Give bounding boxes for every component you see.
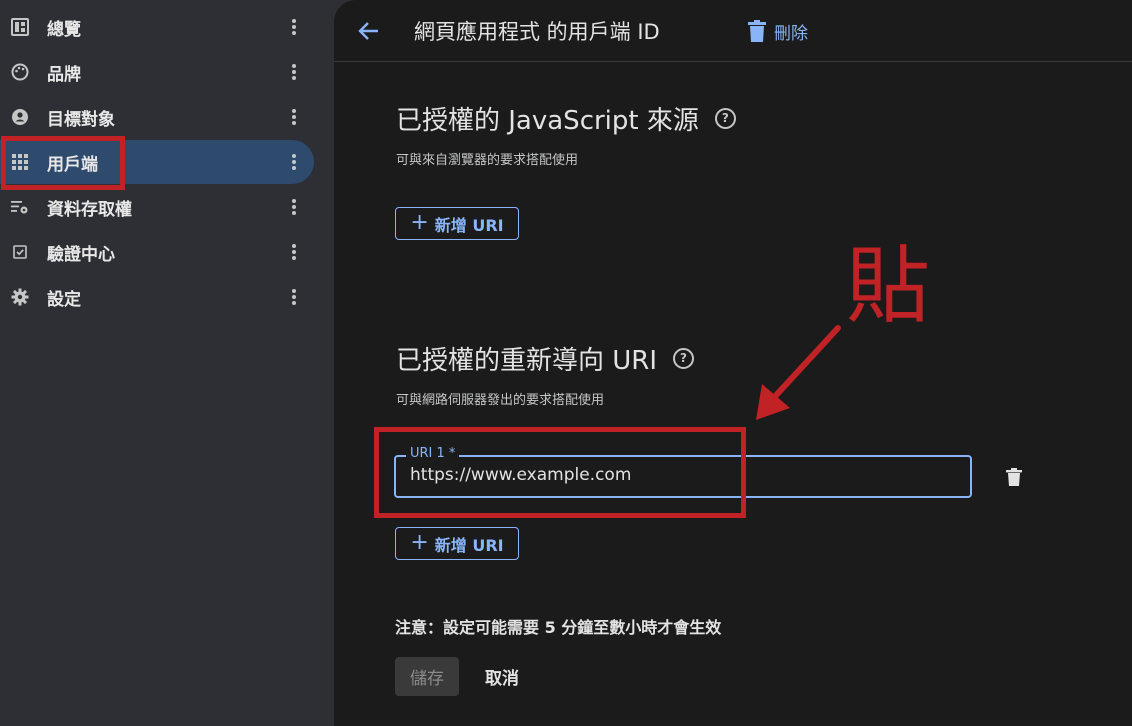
dashboard-icon xyxy=(11,18,29,36)
settings-note: 注意：設定可能需要 5 分鐘至數小時才會生效 xyxy=(395,618,722,637)
data-settings-icon xyxy=(11,201,28,214)
plus-icon: + xyxy=(410,209,429,235)
annotation-paste-text: 貼 xyxy=(846,237,931,335)
more-vert-icon[interactable] xyxy=(286,17,302,37)
trash-icon xyxy=(748,20,766,42)
more-vert-icon[interactable] xyxy=(286,197,302,217)
page-header: 網頁應用程式 的用戶端 ID 刪除 xyxy=(334,0,1132,62)
back-arrow-icon[interactable] xyxy=(356,18,382,44)
palette-icon xyxy=(11,63,29,81)
trash-icon[interactable] xyxy=(1006,468,1022,486)
person-icon xyxy=(12,109,28,125)
sidebar-item-settings[interactable]: 設定 xyxy=(0,275,314,319)
more-vert-icon[interactable] xyxy=(286,107,302,127)
redirect-uris-title: 已授權的重新導向 URI ? xyxy=(396,340,695,377)
check-box-icon xyxy=(13,245,27,259)
more-vert-icon[interactable] xyxy=(286,242,302,262)
page-title: 網頁應用程式 的用戶端 ID xyxy=(414,20,660,44)
highlight-box-uri-field xyxy=(374,427,746,518)
cancel-button[interactable]: 取消 xyxy=(474,657,530,696)
more-vert-icon[interactable] xyxy=(286,152,302,172)
highlight-box-clients xyxy=(1,136,125,190)
sidebar-item-label: 品牌 xyxy=(47,64,81,85)
js-origins-description: 可與來自瀏覽器的要求搭配使用 xyxy=(396,153,579,168)
add-js-origin-button[interactable]: + 新增 URI xyxy=(395,207,519,240)
sidebar: 總覽 品牌 目標對象 用戶端 資料存取權 驗證中心 設定 xyxy=(0,0,334,726)
sidebar-item-verification-center[interactable]: 驗證中心 xyxy=(0,230,314,274)
help-icon[interactable]: ? xyxy=(673,348,695,369)
sidebar-item-audience[interactable]: 目標對象 xyxy=(0,95,314,139)
add-redirect-uri-button[interactable]: + 新增 URI xyxy=(395,527,519,560)
help-icon[interactable]: ? xyxy=(714,108,736,129)
sidebar-item-label: 驗證中心 xyxy=(47,244,115,265)
main-panel: 網頁應用程式 的用戶端 ID 刪除 已授權的 JavaScript 來源 ? 可… xyxy=(334,0,1132,726)
js-origins-title: 已授權的 JavaScript 來源 ? xyxy=(396,100,736,137)
sidebar-item-label: 資料存取權 xyxy=(47,199,132,220)
plus-icon: + xyxy=(410,529,429,555)
sidebar-item-overview[interactable]: 總覽 xyxy=(0,5,314,49)
annotation-arrow-icon xyxy=(756,325,841,420)
sidebar-item-label: 目標對象 xyxy=(47,109,115,130)
more-vert-icon[interactable] xyxy=(286,287,302,307)
save-button[interactable]: 儲存 xyxy=(395,657,459,696)
delete-label: 刪除 xyxy=(774,23,808,44)
sidebar-item-label: 總覽 xyxy=(47,19,81,40)
sidebar-item-data-access[interactable]: 資料存取權 xyxy=(0,185,314,229)
gear-icon xyxy=(11,288,29,306)
delete-button[interactable]: 刪除 xyxy=(748,17,808,45)
redirect-uris-description: 可與網路伺服器發出的要求搭配使用 xyxy=(396,393,605,408)
sidebar-item-branding[interactable]: 品牌 xyxy=(0,50,314,94)
sidebar-item-label: 設定 xyxy=(47,289,81,310)
more-vert-icon[interactable] xyxy=(286,62,302,82)
